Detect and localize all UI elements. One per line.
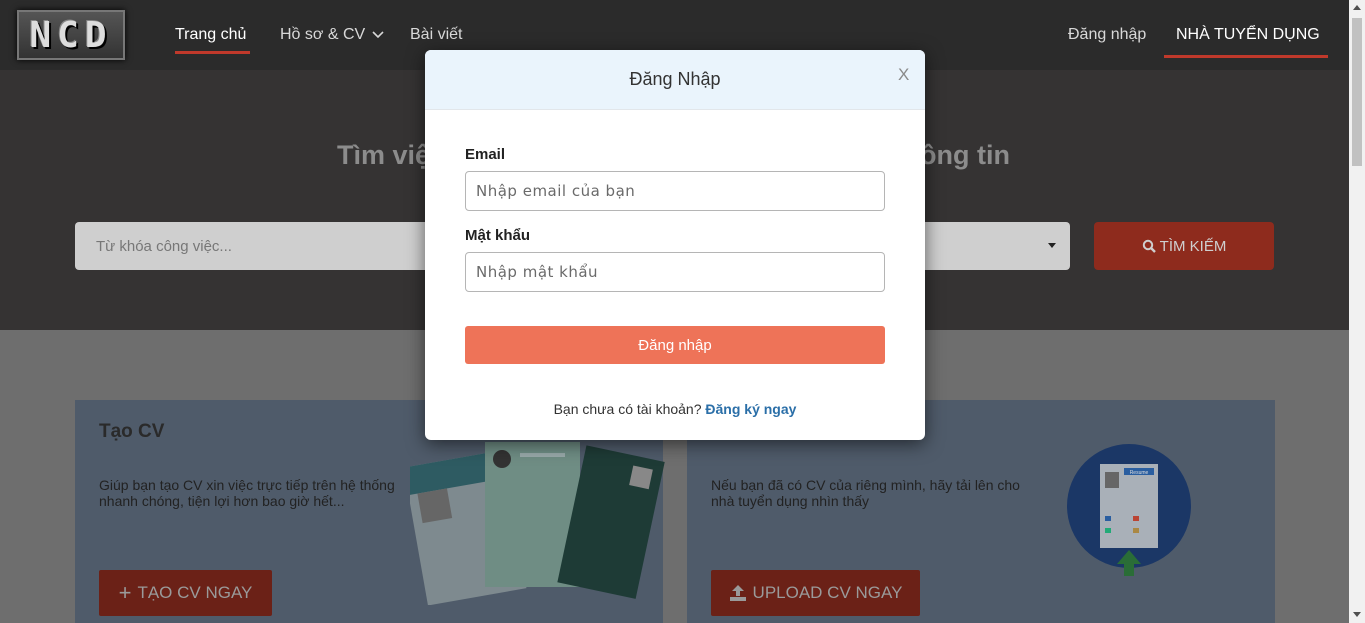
search-placeholder: Từ khóa công việc... xyxy=(96,238,232,255)
employer-underline xyxy=(1164,55,1328,58)
search-button-label: TÌM KIẾM xyxy=(1159,237,1227,255)
resume-label: Resume xyxy=(1130,470,1149,476)
resume-upload-illustration: Resume xyxy=(1067,444,1191,576)
modal-header: Đăng Nhập X xyxy=(425,50,925,110)
employer-link[interactable]: NHÀ TUYỂN DỤNG xyxy=(1176,26,1320,44)
logo[interactable]: NCD xyxy=(17,10,125,60)
email-label: Email xyxy=(465,146,506,163)
upload-cv-button-label: UPLOAD CV NGAY xyxy=(752,583,903,602)
create-cv-button-label: TẠO CV NGAY xyxy=(137,583,253,602)
login-link[interactable]: Đăng nhập xyxy=(1068,26,1146,44)
password-field[interactable] xyxy=(465,252,885,292)
search-icon xyxy=(1142,239,1156,253)
scroll-down-icon[interactable] xyxy=(1353,612,1361,617)
login-modal: Đăng Nhập X Email Mật khẩu Đăng nhập Bạn… xyxy=(425,50,925,440)
register-prompt: Bạn chưa có tài khoản? Đăng ký ngay xyxy=(425,401,925,417)
plus-icon: + xyxy=(118,580,132,605)
upload-cv-button[interactable]: UPLOAD CV NGAY xyxy=(711,570,920,616)
cv-templates-illustration xyxy=(410,442,665,605)
password-label: Mật khẩu xyxy=(465,227,531,244)
register-link[interactable]: Đăng ký ngay xyxy=(705,401,796,417)
scroll-thumb[interactable] xyxy=(1352,18,1362,166)
register-text: Bạn chưa có tài khoản? xyxy=(553,401,702,417)
upload-icon xyxy=(729,585,746,601)
hero-title-left: Tìm việ xyxy=(337,140,431,170)
dropdown-caret-icon[interactable] xyxy=(1048,243,1056,248)
chevron-down-icon xyxy=(372,31,384,39)
upload-cv-desc: Nếu bạn đã có CV của riêng mình, hãy tải… xyxy=(711,477,1020,509)
logo-text: NCD xyxy=(29,14,113,56)
email-field[interactable] xyxy=(465,171,885,211)
nav-cv[interactable]: Hồ sơ & CV xyxy=(280,26,384,44)
create-cv-title: Tạo CV xyxy=(99,421,165,442)
nav-posts[interactable]: Bài viết xyxy=(410,26,462,44)
nav-home-underline xyxy=(175,51,250,54)
create-cv-desc: Giúp bạn tạo CV xin việc trực tiếp trên … xyxy=(99,477,395,509)
login-submit-button[interactable]: Đăng nhập xyxy=(465,326,885,364)
modal-title: Đăng Nhập xyxy=(629,69,721,89)
scroll-up-icon[interactable] xyxy=(1353,5,1361,10)
close-button[interactable]: X xyxy=(898,65,909,85)
hero-title-right: ông tin xyxy=(920,140,1010,170)
nav-cv-label: Hồ sơ & CV xyxy=(280,26,366,43)
nav-home[interactable]: Trang chủ xyxy=(175,26,246,44)
search-button[interactable]: TÌM KIẾM xyxy=(1094,222,1274,270)
create-cv-button[interactable]: + TẠO CV NGAY xyxy=(99,570,272,616)
